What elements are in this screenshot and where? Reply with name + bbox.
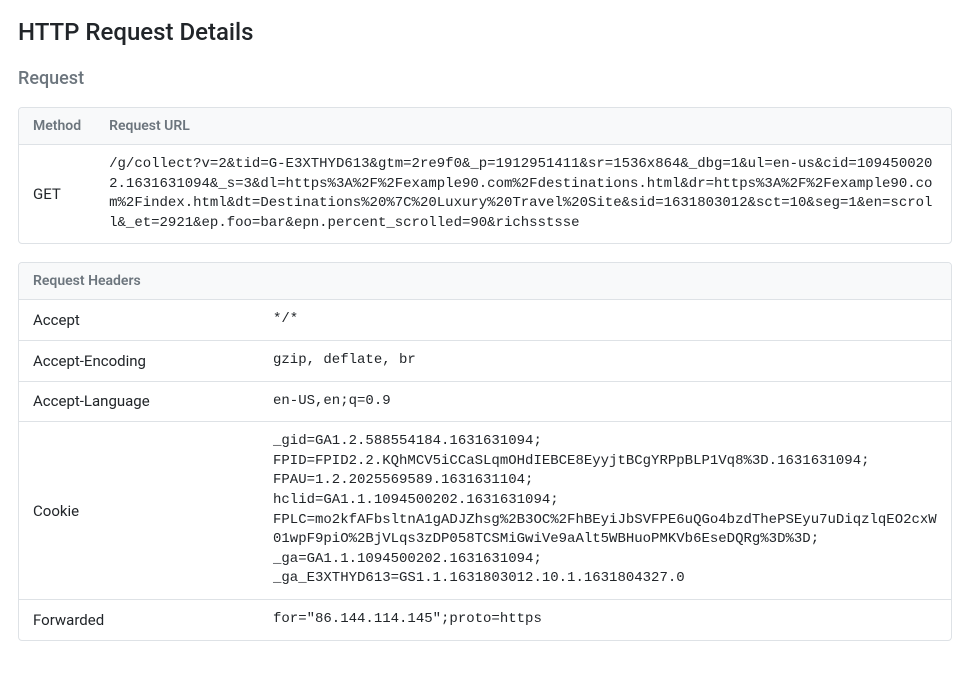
header-name: Accept xyxy=(19,300,259,341)
header-row: Accept*/* xyxy=(19,300,951,341)
request-headers-table: Request Headers Accept*/*Accept-Encoding… xyxy=(19,263,951,639)
header-value: en-US,en;q=0.9 xyxy=(259,381,951,422)
header-value: _gid=GA1.2.588554184.1631631094; FPID=FP… xyxy=(259,422,951,600)
request-section-title: Request xyxy=(18,68,952,89)
request-table: Method Request URL GET /g/collect?v=2&ti… xyxy=(19,108,951,243)
request-row: GET /g/collect?v=2&tid=G-E3XTHYD613&gtm=… xyxy=(19,145,951,244)
header-name: Accept-Language xyxy=(19,381,259,422)
header-row: Accept-Languageen-US,en;q=0.9 xyxy=(19,381,951,422)
header-value: for="86.144.114.145";proto=https xyxy=(259,599,951,639)
header-name: Forwarded xyxy=(19,599,259,639)
request-panel: Method Request URL GET /g/collect?v=2&ti… xyxy=(18,107,952,244)
col-url: Request URL xyxy=(95,108,951,145)
request-url: /g/collect?v=2&tid=G-E3XTHYD613&gtm=2re9… xyxy=(95,145,951,244)
header-name: Accept-Encoding xyxy=(19,340,259,381)
page-title: HTTP Request Details xyxy=(18,18,952,46)
request-method: GET xyxy=(19,145,95,244)
header-value: */* xyxy=(259,300,951,341)
col-method: Method xyxy=(19,108,95,145)
request-headers-panel: Request Headers Accept*/*Accept-Encoding… xyxy=(18,262,952,640)
header-name: Cookie xyxy=(19,422,259,600)
header-row: Cookie_gid=GA1.2.588554184.1631631094; F… xyxy=(19,422,951,600)
header-row: Forwardedfor="86.144.114.145";proto=http… xyxy=(19,599,951,639)
header-value: gzip, deflate, br xyxy=(259,340,951,381)
header-row: Accept-Encodinggzip, deflate, br xyxy=(19,340,951,381)
request-headers-title: Request Headers xyxy=(19,263,951,300)
